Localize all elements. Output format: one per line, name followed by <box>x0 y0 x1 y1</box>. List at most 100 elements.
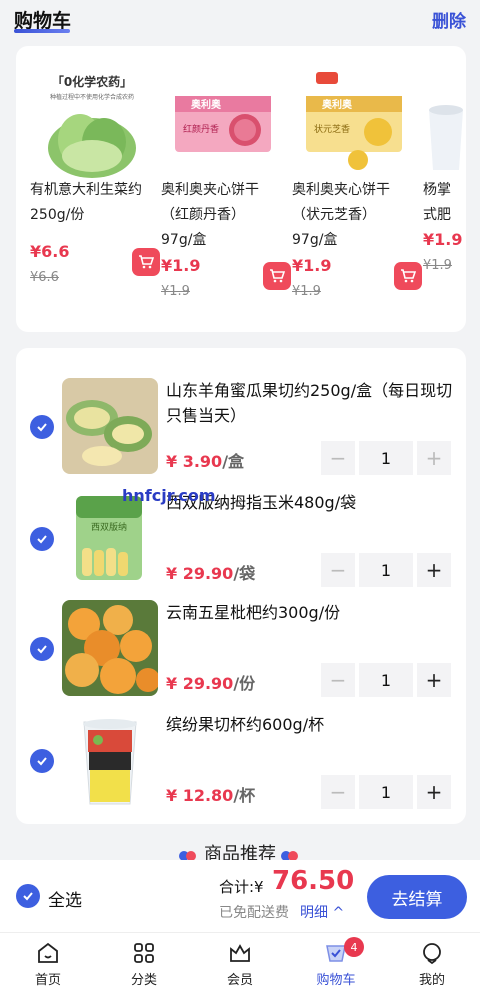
cart-icon <box>270 269 285 283</box>
add-to-cart-button[interactable] <box>263 262 291 290</box>
delete-button[interactable]: 删除 <box>432 7 466 32</box>
rec-name: 有机意大利生菜约 250g/份 <box>30 182 142 223</box>
rec-name: 奥利奥夹心饼干 （状元芝香） 97g/盒 <box>292 182 390 248</box>
checkout-bar: 全选 合计:¥ 76.50 已免配送费 明细 ^ 去结算 <box>0 860 480 932</box>
quantity-stepper: − 1 + <box>321 553 451 587</box>
price-value: ¥ 12.80 <box>166 786 234 805</box>
bottom-nav: 首页 分类 会员 4 购物车 我的 <box>0 932 480 996</box>
price-unit: /份 <box>233 674 256 693</box>
quantity-value[interactable]: 1 <box>359 663 413 697</box>
cart-item: 山东羊角蜜瓜果切约250g/盒（每日现切 只售当天） ¥ 3.90/盒 − 1 … <box>16 378 466 488</box>
quantity-stepper: − 1 + <box>321 663 451 697</box>
home-icon <box>38 942 58 963</box>
total-value: 76.50 <box>272 866 355 896</box>
cart-icon <box>401 269 416 283</box>
decrease-button[interactable]: − <box>321 775 355 809</box>
tab-label: 我的 <box>418 973 445 988</box>
product-image-oreo-red: 奥利奥 红颜丹香 <box>161 60 285 184</box>
increase-button[interactable]: + <box>417 553 451 587</box>
tab-label: 分类 <box>130 973 157 988</box>
product-image-melon[interactable] <box>62 378 158 474</box>
rec-img-sub: 红颜丹香 <box>183 123 219 135</box>
product-image-lettuce: 「0化学农药」 种植过程中不使用化学合成农药 <box>30 60 154 184</box>
tab-category[interactable]: 分类 <box>96 939 192 995</box>
tab-label: 首页 <box>34 973 61 988</box>
tab-cart[interactable]: 4 购物车 <box>288 937 384 995</box>
check-icon <box>37 757 47 766</box>
increase-button[interactable]: + <box>417 663 451 697</box>
rec-item[interactable]: 杨掌 式肥 ¥1.9 ¥1.9 <box>423 46 466 332</box>
rec-item[interactable]: 「0化学农药」 种植过程中不使用化学合成农药 有机意大利生菜约 250g/份 ¥… <box>30 46 160 332</box>
item-checkbox[interactable] <box>30 527 54 551</box>
rec-name: 杨掌 式肥 <box>423 182 451 223</box>
add-to-cart-button[interactable] <box>394 262 422 290</box>
product-image-fruit-cup[interactable] <box>62 712 158 808</box>
price-unit: /盒 <box>222 452 245 471</box>
item-checkbox[interactable] <box>30 415 54 439</box>
item-price: ¥ 12.80/杯 <box>166 782 255 806</box>
cart-item: 云南五星枇杷约300g/份 ¥ 29.90/份 − 1 + <box>16 600 466 710</box>
decrease-button[interactable]: − <box>321 553 355 587</box>
item-price: ¥ 29.90/袋 <box>166 560 255 584</box>
rec-img-sub: 状元芝香 <box>314 123 350 135</box>
tab-label: 购物车 <box>316 973 356 988</box>
checkout-button[interactable]: 去结算 <box>367 875 467 919</box>
tab-label: 会员 <box>226 973 253 988</box>
item-price: ¥ 3.90/盒 <box>166 448 244 472</box>
rec-img-text: 奥利奥 <box>191 98 222 111</box>
rec-item[interactable]: 奥利奥 状元芝香 奥利奥夹心饼干 （状元芝香） 97g/盒 ¥1.9 ¥1.9 <box>292 46 422 332</box>
header: 购物车 删除 <box>0 0 480 40</box>
product-image-loquat[interactable] <box>62 600 158 696</box>
rec-old-price: ¥6.6 <box>30 270 59 285</box>
select-all-checkbox[interactable] <box>16 884 40 908</box>
item-checkbox[interactable] <box>30 749 54 773</box>
title-underline <box>14 29 70 33</box>
cart-icon <box>139 255 154 269</box>
rec-price: ¥1.9 <box>292 256 332 275</box>
rec-old-price: ¥1.9 <box>423 258 452 273</box>
check-icon <box>23 892 33 901</box>
watermark-overlay: hnfcjr.com <box>122 486 216 505</box>
tab-home[interactable]: 首页 <box>0 939 96 995</box>
rec-img-text: 「0化学农药」 <box>52 74 132 89</box>
total-label: 合计:¥ <box>219 878 264 896</box>
recommendation-strip: 「0化学农药」 种植过程中不使用化学合成农药 有机意大利生菜约 250g/份 ¥… <box>16 46 466 332</box>
cart-badge: 4 <box>344 937 364 957</box>
quantity-stepper: − 1 + <box>321 441 451 475</box>
check-icon <box>37 645 47 654</box>
rec-img-sub: 种植过程中不使用化学合成农药 <box>50 93 134 101</box>
increase-button[interactable]: + <box>417 441 451 475</box>
corn-pack-label: 西双版纳 <box>91 521 127 533</box>
add-to-cart-button[interactable] <box>132 248 160 276</box>
quantity-stepper: − 1 + <box>321 775 451 809</box>
rec-old-price: ¥1.9 <box>292 284 321 299</box>
price-unit: /杯 <box>233 786 256 805</box>
quantity-value[interactable]: 1 <box>359 441 413 475</box>
select-all-label[interactable]: 全选 <box>48 886 82 911</box>
price-unit: /袋 <box>233 564 256 583</box>
tab-member[interactable]: 会员 <box>192 939 288 995</box>
item-checkbox[interactable] <box>30 637 54 661</box>
item-price: ¥ 29.90/份 <box>166 670 255 694</box>
crown-icon <box>230 944 250 962</box>
decrease-button[interactable]: − <box>321 663 355 697</box>
item-name[interactable]: 山东羊角蜜瓜果切约250g/盒（每日现切 只售当天） <box>166 378 456 428</box>
rec-price: ¥1.9 <box>423 230 463 249</box>
user-icon <box>423 943 441 965</box>
decrease-button[interactable]: − <box>321 441 355 475</box>
free-shipping-text: 已免配送费 <box>219 905 289 921</box>
quantity-value[interactable]: 1 <box>359 775 413 809</box>
item-name[interactable]: 云南五星枇杷约300g/份 <box>166 600 456 625</box>
cart-item: 西双版纳 西双版纳拇指玉米480g/袋 hnfcjr.com ¥ 29.90/袋… <box>16 486 466 600</box>
increase-button[interactable]: + <box>417 775 451 809</box>
item-name[interactable]: 缤纷果切杯约600g/杯 <box>166 712 456 737</box>
price-value: ¥ 29.90 <box>166 564 234 583</box>
tab-profile[interactable]: 我的 <box>384 939 480 995</box>
detail-toggle[interactable]: 明细 ^ <box>300 902 344 922</box>
rec-item[interactable]: 奥利奥 红颜丹香 奥利奥夹心饼干 （红颜丹香） 97g/盒 ¥1.9 ¥1.9 <box>161 46 291 332</box>
quantity-value[interactable]: 1 <box>359 553 413 587</box>
rec-price: ¥1.9 <box>161 256 201 275</box>
check-icon <box>37 423 47 432</box>
cart-item: 缤纷果切杯约600g/杯 ¥ 12.80/杯 − 1 + <box>16 712 466 822</box>
cart-list: 山东羊角蜜瓜果切约250g/盒（每日现切 只售当天） ¥ 3.90/盒 − 1 … <box>16 348 466 824</box>
